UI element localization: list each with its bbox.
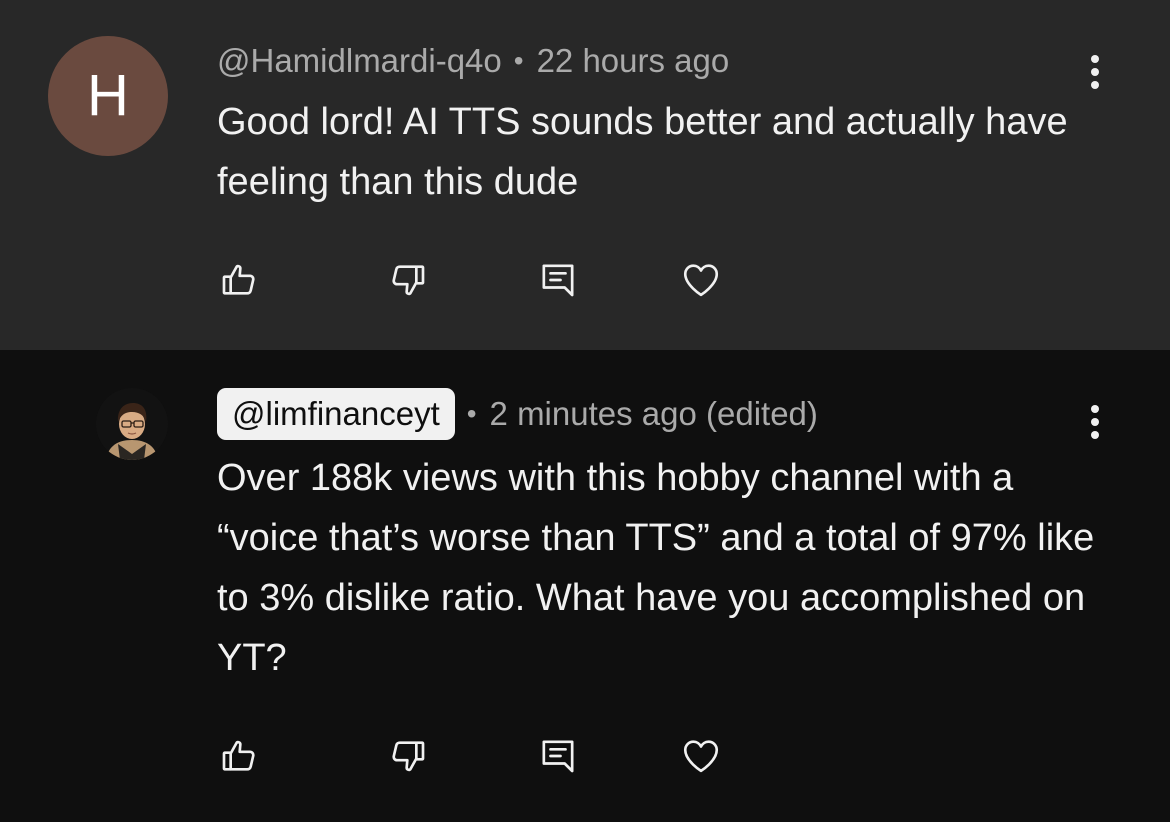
like-button[interactable] (209, 250, 269, 310)
avatar-letter: H (87, 63, 129, 128)
heart-button[interactable] (671, 726, 731, 786)
meta-separator: • (466, 398, 477, 429)
reply-icon (542, 740, 574, 773)
dislike-button[interactable] (378, 250, 438, 310)
like-icon (222, 264, 255, 295)
comment-actions (0, 250, 1170, 310)
profile-photo-icon (96, 388, 168, 460)
like-button[interactable] (209, 726, 269, 786)
comment-meta: @limfinanceyt • 2 minutes ago (edited) (217, 388, 818, 440)
comment-author[interactable]: @Hamidlmardi-q4o (217, 42, 502, 80)
comment-time: 2 minutes ago (edited) (489, 395, 818, 432)
avatar[interactable] (96, 388, 168, 460)
dislike-button[interactable] (378, 726, 438, 786)
comment-time: 22 hours ago (536, 42, 730, 79)
comment-author-highlighted[interactable]: @limfinanceyt (217, 388, 455, 440)
heart-button[interactable] (671, 250, 731, 310)
reply-button[interactable] (528, 250, 588, 310)
heart-icon (683, 740, 719, 773)
reply-icon (542, 264, 574, 297)
more-options-button[interactable] (1080, 397, 1110, 447)
comment-text: Good lord! AI TTS sounds better and actu… (217, 101, 1068, 203)
meta-separator: • (513, 45, 524, 76)
dislike-icon (392, 741, 425, 772)
dislike-icon (392, 265, 425, 296)
heart-icon (683, 264, 719, 297)
avatar[interactable]: H (48, 36, 168, 156)
more-vert-icon (1091, 405, 1099, 439)
comment-item: @limfinanceyt • 2 minutes ago (edited) O… (0, 350, 1170, 822)
more-vert-icon (1091, 55, 1099, 89)
comment-meta: @Hamidlmardi-q4o • 22 hours ago (217, 38, 729, 84)
comment-item: H @Hamidlmardi-q4o • 22 hours ago Good l… (0, 0, 1170, 350)
like-icon (222, 740, 255, 771)
reply-button[interactable] (528, 726, 588, 786)
more-options-button[interactable] (1080, 47, 1110, 97)
comment-actions (0, 726, 1170, 786)
comment-text: Over 188k views with this hobby channel … (217, 457, 1095, 679)
